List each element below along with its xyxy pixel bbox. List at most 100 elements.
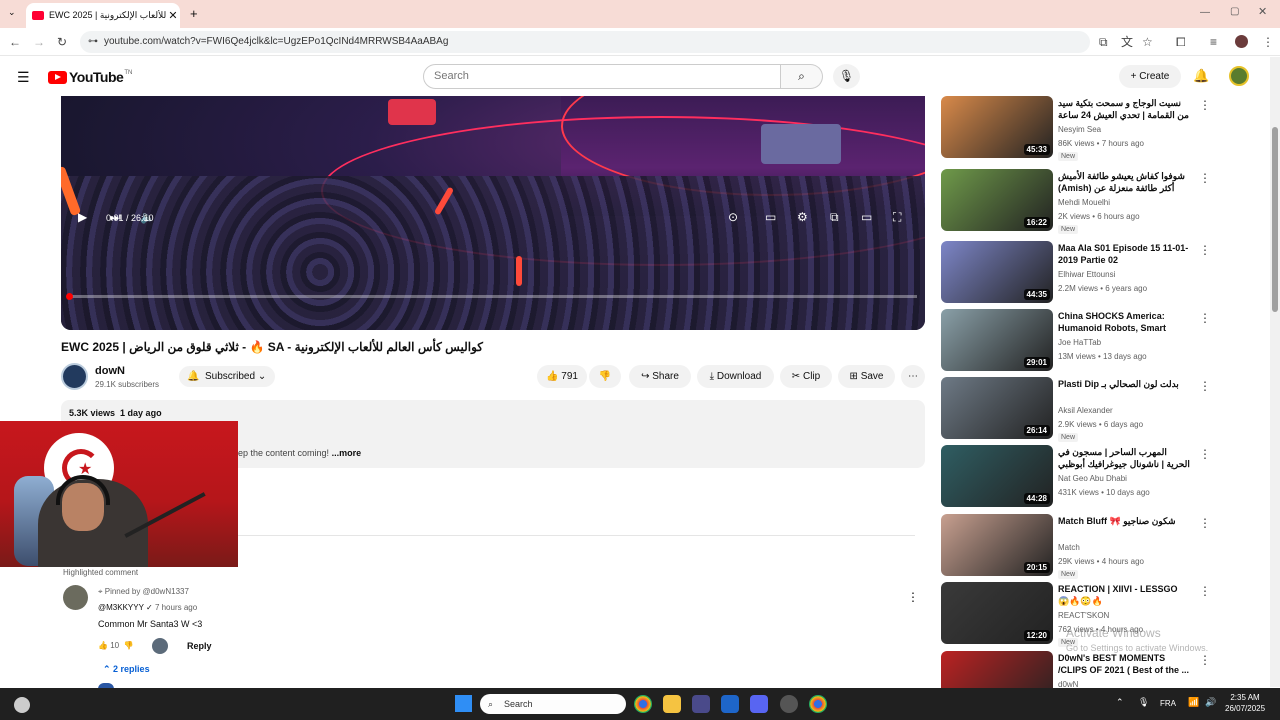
recommendation-menu-icon[interactable]: ⋮ — [1199, 379, 1211, 393]
scrollbar-thumb[interactable] — [1272, 127, 1278, 312]
subtitles-icon[interactable]: ▭ — [765, 210, 776, 224]
recommendation-thumbnail[interactable]: 44:35 — [941, 241, 1053, 303]
share-button[interactable]: ↪ Share — [629, 365, 691, 388]
recommendation-title[interactable]: China SHOCKS America: Humanoid Robots, S… — [1058, 310, 1190, 334]
reading-list-icon[interactable]: ≡ — [1210, 35, 1217, 49]
recommendation-thumbnail[interactable]: 29:01 — [941, 309, 1053, 371]
settings-gear-icon[interactable]: ⚙ — [797, 210, 808, 224]
recommendation-title[interactable]: المهرب الساحر | مسجون في الحرية | ناشونا… — [1058, 446, 1190, 470]
clip-button[interactable]: ✂ Clip — [780, 365, 832, 388]
bookmark-star-icon[interactable]: ☆ — [1142, 35, 1153, 49]
channel-name[interactable]: dowN — [95, 365, 125, 377]
save-button[interactable]: ⊞ Save — [838, 365, 895, 388]
recommendation-menu-icon[interactable]: ⋮ — [1199, 653, 1211, 667]
comment-like-icon[interactable]: 👍 — [98, 641, 108, 650]
voice-search-button[interactable]: 🎙 — [833, 64, 860, 89]
more-actions-button[interactable]: ⋯ — [901, 365, 925, 388]
search-input[interactable]: Search — [423, 64, 781, 89]
recommendation-title[interactable]: Maa Ala S01 Episode 15 11-01-2019 Partie… — [1058, 242, 1190, 266]
recommendation-title[interactable]: D0wN's BEST MOMENTS /CLIPS OF 2021 ( Bes… — [1058, 652, 1190, 676]
browser-tab[interactable]: EWC 2025 | مع للألعاب الإلكترونية ✕ — [26, 3, 180, 28]
profile-icon[interactable] — [1235, 35, 1248, 48]
comment-author[interactable]: @M3KKYYY — [98, 603, 144, 612]
new-tab-button[interactable]: + — [190, 6, 198, 21]
recommendation-card[interactable]: 45:33 نسيت الوجاج و سمحت بتكية سيد من الق… — [941, 96, 1261, 161]
page-scrollbar[interactable] — [1270, 57, 1280, 687]
play-icon[interactable]: ▶ — [78, 210, 87, 224]
autoplay-toggle[interactable]: ⊙ — [728, 210, 738, 224]
recommendation-thumbnail[interactable]: 45:33 — [941, 96, 1053, 158]
recommendation-menu-icon[interactable]: ⋮ — [1199, 171, 1211, 185]
theater-mode-icon[interactable]: ▭ — [861, 210, 872, 224]
miniplayer-icon[interactable]: ⧉ — [830, 210, 839, 224]
volume-tray-icon[interactable]: 🔊 — [1205, 697, 1216, 708]
recommendation-title[interactable]: Plasti Dip بدلت لون الصحالي بـ — [1058, 378, 1190, 390]
more-link[interactable]: ...more — [332, 448, 362, 458]
recommendation-title[interactable]: Match Bluff 🎀 شكون صناجيو — [1058, 515, 1190, 527]
recommendation-card[interactable]: 29:01 China SHOCKS America: Humanoid Robo… — [941, 309, 1261, 371]
account-avatar[interactable] — [1229, 66, 1249, 86]
dislike-button[interactable]: 👎 — [589, 365, 621, 388]
store-app-icon[interactable] — [692, 695, 710, 713]
file-explorer-icon[interactable] — [663, 695, 681, 713]
recommendation-menu-icon[interactable]: ⋮ — [1199, 311, 1211, 325]
video-progress-bar[interactable] — [69, 295, 917, 298]
recommendation-menu-icon[interactable]: ⋮ — [1199, 243, 1211, 257]
recommendation-menu-icon[interactable]: ⋮ — [1199, 516, 1211, 530]
minimize-icon[interactable]: — — [1200, 7, 1210, 18]
language-indicator[interactable]: FRA — [1160, 699, 1176, 708]
create-button[interactable]: + Create — [1119, 65, 1181, 88]
outlook-app-icon[interactable] — [721, 695, 739, 713]
forward-icon[interactable]: → — [33, 35, 45, 49]
scrubber-handle[interactable] — [66, 293, 73, 300]
recommendation-card[interactable]: 44:28 المهرب الساحر | مسجون في الحرية | ن… — [941, 445, 1261, 507]
recommendation-card[interactable]: 26:14 Plasti Dip بدلت لون الصحالي بـ Aksil… — [941, 377, 1261, 442]
taskbar-search[interactable]: ⌕ Search — [480, 694, 626, 714]
wifi-icon[interactable]: 📶 — [1188, 697, 1199, 708]
recommendation-thumbnail[interactable]: 16:22 — [941, 169, 1053, 231]
commenter-avatar[interactable] — [63, 585, 88, 610]
translate-icon[interactable]: 文 — [1121, 35, 1133, 49]
app-icon[interactable] — [780, 695, 798, 713]
video-player[interactable] — [61, 96, 925, 330]
window-close-icon[interactable]: ✕ — [1258, 5, 1267, 18]
recommendation-card[interactable]: 16:22 شوفوا كفاش يعيشو طائفة الأميش (Amis… — [941, 169, 1261, 234]
system-clock[interactable]: 2:35 AM 26/07/2025 — [1225, 692, 1265, 714]
chrome-profile-icon[interactable] — [809, 695, 827, 713]
recommendation-title[interactable]: شوفوا كفاش يعيشو طائفة الأميش (Amish) أك… — [1058, 170, 1190, 194]
subscribed-button[interactable]: 🔔 Subscribed ⌄ — [179, 366, 275, 387]
recommendation-card[interactable]: 44:35 Maa Ala S01 Episode 15 11-01-2019 P… — [941, 241, 1261, 303]
site-info-icon[interactable]: ⊶ — [88, 35, 98, 49]
recommendation-title[interactable]: نسيت الوجاج و سمحت بتكية سيد من القمامة … — [1058, 97, 1190, 121]
recommendation-thumbnail[interactable]: 12:20 — [941, 582, 1053, 644]
tray-chevron-icon[interactable]: ⌃ — [1116, 697, 1124, 708]
discord-app-icon[interactable] — [750, 695, 768, 713]
widgets-icon[interactable] — [14, 697, 30, 713]
recommendation-menu-icon[interactable]: ⋮ — [1199, 98, 1211, 112]
hamburger-menu-icon[interactable]: ☰ — [17, 69, 30, 86]
address-bar[interactable]: youtube.com/watch?v=FWI6Qe4jclk&lc=UgzEP… — [80, 31, 1090, 53]
recommendation-title[interactable]: REACTION | XIIVI - LESSGO 😱🔥😳🔥 — [1058, 583, 1190, 607]
fullscreen-icon[interactable]: ⛶ — [893, 210, 901, 224]
recommendation-card[interactable]: 20:15 Match Bluff 🎀 شكون صناجيو Match 29K v… — [941, 514, 1261, 579]
recommendation-thumbnail[interactable]: 44:28 — [941, 445, 1053, 507]
windows-start-icon[interactable] — [455, 695, 472, 712]
maximize-icon[interactable]: ▢ — [1230, 6, 1239, 17]
reply-button[interactable]: Reply — [187, 641, 212, 651]
extensions-icon[interactable]: ⧠ — [1176, 35, 1186, 49]
recommendation-thumbnail[interactable]: 20:15 — [941, 514, 1053, 576]
youtube-logo[interactable]: YouTube TN — [48, 69, 132, 85]
tab-close-icon[interactable]: ✕ — [166, 9, 180, 22]
like-button[interactable]: 👍 791 — [537, 365, 587, 388]
tray-mic-icon[interactable]: 🎙 — [1138, 697, 1149, 708]
recommendation-menu-icon[interactable]: ⋮ — [1199, 584, 1211, 598]
replies-toggle[interactable]: ⌃ 2 replies — [103, 664, 150, 675]
download-button[interactable]: ⤓ Download — [697, 365, 774, 388]
recommendation-menu-icon[interactable]: ⋮ — [1199, 447, 1211, 461]
tab-list-icon[interactable]: ⌄ — [8, 7, 16, 18]
notifications-bell-icon[interactable]: 🔔 — [1193, 68, 1209, 84]
comment-dislike-icon[interactable]: 👎 — [124, 641, 134, 650]
reload-icon[interactable]: ↻ — [57, 35, 67, 49]
chrome-app-icon[interactable] — [634, 695, 652, 713]
recommendation-thumbnail[interactable]: 26:14 — [941, 377, 1053, 439]
